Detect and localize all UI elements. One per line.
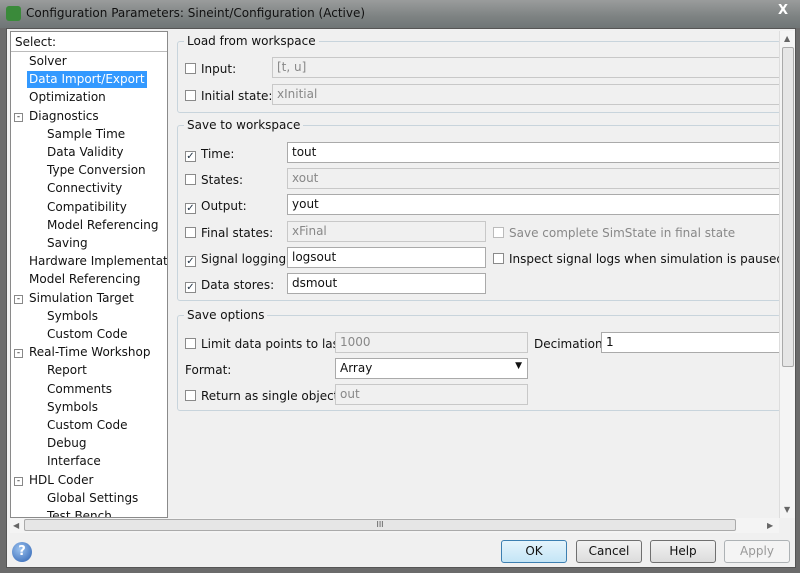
checkbox-icon[interactable]	[185, 338, 196, 349]
output-checkbox[interactable]: ✓ Output:	[185, 199, 247, 214]
tree-item[interactable]: Debug	[45, 435, 88, 452]
check-icon[interactable]: ✓	[185, 151, 196, 162]
tree-item[interactable]: Sample Time	[45, 126, 127, 143]
tree-item[interactable]: Report	[45, 362, 89, 379]
scroll-thumb[interactable]: III	[24, 519, 736, 531]
tree-item[interactable]: Global Settings	[45, 490, 140, 507]
tree-item[interactable]: Data Import/Export	[27, 71, 147, 89]
check-icon[interactable]: ✓	[185, 282, 196, 293]
window-title: Configuration Parameters: Sineint/Config…	[26, 6, 366, 20]
scroll-left-icon[interactable]: ◀	[13, 521, 19, 530]
checkbox-icon[interactable]	[493, 253, 504, 264]
initial-state-field[interactable]: xInitial	[272, 84, 779, 105]
tree-item[interactable]: Diagnostics	[27, 108, 101, 125]
vertical-scrollbar[interactable]: ▲ ▼	[779, 31, 795, 518]
tree-item[interactable]: Comments	[45, 381, 114, 398]
scroll-right-icon[interactable]: ▶	[767, 521, 773, 530]
tree-item[interactable]: Model Referencing	[45, 217, 160, 234]
tree-item[interactable]: Model Referencing	[27, 271, 142, 288]
horizontal-scrollbar[interactable]: ◀ III ▶	[10, 518, 779, 533]
help-button[interactable]: Help	[650, 540, 716, 563]
checkbox-icon[interactable]	[185, 90, 196, 101]
checkbox-icon[interactable]	[493, 227, 504, 238]
states-field[interactable]: xout	[287, 168, 779, 189]
tree-item[interactable]: Saving	[45, 235, 90, 252]
format-label: Format:	[185, 363, 232, 377]
limit-data-points-field[interactable]: 1000	[335, 332, 528, 353]
tree-item[interactable]: HDL Coder	[27, 472, 95, 489]
tree-item[interactable]: Custom Code	[45, 417, 130, 434]
check-icon[interactable]: ✓	[185, 256, 196, 267]
output-field[interactable]: yout	[287, 194, 779, 215]
scroll-up-icon[interactable]: ▲	[784, 34, 790, 43]
scroll-thumb[interactable]	[782, 47, 794, 367]
ok-button[interactable]: OK	[501, 540, 567, 563]
tree-item[interactable]: Data Validity	[45, 144, 126, 161]
tree-item[interactable]: Compatibility	[45, 199, 129, 216]
simulink-app-icon	[6, 6, 21, 21]
time-checkbox[interactable]: ✓ Time:	[185, 147, 234, 162]
states-checkbox[interactable]: States:	[185, 173, 243, 187]
collapse-icon[interactable]: -	[14, 294, 23, 304]
data-stores-checkbox[interactable]: ✓ Data stores:	[185, 278, 274, 293]
tree-item[interactable]: Real-Time Workshop	[27, 344, 152, 361]
settings-pane: Load from workspace Input: [t, u] Initia…	[171, 31, 779, 518]
tree-item[interactable]: Hardware Implementati...	[27, 253, 167, 270]
checkbox-icon[interactable]	[185, 174, 196, 185]
category-tree: Select: Solver Data Import/Export Optimiza…	[10, 31, 168, 518]
cancel-button[interactable]: Cancel	[576, 540, 642, 563]
close-button[interactable]: X	[778, 3, 788, 18]
checkbox-icon[interactable]	[185, 390, 196, 401]
tree-item[interactable]: Optimization	[27, 89, 108, 106]
inspect-signal-logs-checkbox[interactable]: Inspect signal logs when simulation is p…	[493, 252, 779, 266]
decimation-field[interactable]: 1	[601, 332, 779, 353]
tree-item[interactable]: Interface	[45, 453, 103, 470]
initial-state-checkbox[interactable]: Initial state:	[185, 89, 272, 103]
signal-logging-checkbox[interactable]: ✓ Signal logging:	[185, 252, 290, 267]
tree-item[interactable]: Symbols	[45, 399, 100, 416]
check-icon[interactable]: ✓	[185, 203, 196, 214]
tree-header: Select:	[11, 32, 167, 52]
data-stores-field[interactable]: dsmout	[287, 273, 486, 294]
final-states-checkbox[interactable]: Final states:	[185, 226, 273, 240]
signal-logging-field[interactable]: logsout	[287, 247, 486, 268]
title-bar: Configuration Parameters: Sineint/Config…	[0, 0, 800, 28]
tree-item[interactable]: Solver	[27, 53, 69, 70]
tree-item[interactable]: Custom Code	[45, 326, 130, 343]
decimation-label: Decimation:	[534, 337, 607, 351]
input-checkbox[interactable]: Input:	[185, 62, 236, 76]
collapse-icon[interactable]: -	[14, 476, 23, 486]
return-single-object-checkbox[interactable]: Return as single object:	[185, 389, 342, 403]
save-options-group: Save options Limit data points to last: …	[177, 308, 779, 411]
tree-item[interactable]: Test Bench	[45, 508, 114, 517]
tree-item[interactable]: Connectivity	[45, 180, 124, 197]
apply-button[interactable]: Apply	[724, 540, 790, 563]
save-simstate-checkbox[interactable]: Save complete SimState in final state	[493, 226, 735, 240]
single-object-field[interactable]: out	[335, 384, 528, 405]
load-from-workspace-group: Load from workspace Input: [t, u] Initia…	[177, 34, 779, 113]
limit-data-points-checkbox[interactable]: Limit data points to last:	[185, 337, 348, 351]
tree-item[interactable]: Type Conversion	[45, 162, 148, 179]
save-to-workspace-group: Save to workspace ✓ Time: tout States: xo…	[177, 118, 779, 301]
final-states-field[interactable]: xFinal	[287, 221, 486, 242]
dialog-body: Select: Solver Data Import/Export Optimiza…	[6, 28, 796, 568]
help-icon[interactable]: ?	[12, 542, 32, 562]
tree-item[interactable]: Symbols	[45, 308, 100, 325]
dropdown-arrow-icon: ▼	[515, 361, 522, 371]
group-title: Save options	[184, 308, 268, 322]
format-dropdown[interactable]: Array ▼	[335, 358, 528, 379]
collapse-icon[interactable]: -	[14, 349, 23, 359]
group-title: Load from workspace	[184, 34, 319, 48]
collapse-icon[interactable]: -	[14, 112, 23, 122]
tree-item[interactable]: Simulation Target	[27, 290, 136, 307]
scroll-down-icon[interactable]: ▼	[784, 505, 790, 514]
time-field[interactable]: tout	[287, 142, 779, 163]
checkbox-icon[interactable]	[185, 227, 196, 238]
input-field[interactable]: [t, u]	[272, 57, 779, 78]
checkbox-icon[interactable]	[185, 63, 196, 74]
group-title: Save to workspace	[184, 118, 304, 132]
